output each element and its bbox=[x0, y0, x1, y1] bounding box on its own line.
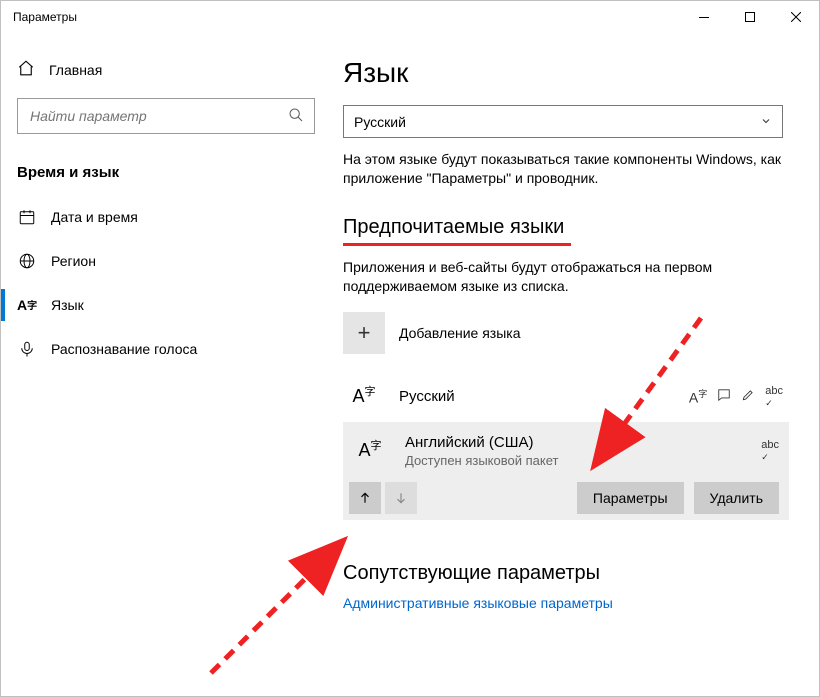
nav-home-label: Главная bbox=[49, 62, 102, 78]
add-language-label: Добавление языка bbox=[399, 325, 521, 341]
globe-icon bbox=[17, 252, 37, 270]
move-down-button[interactable] bbox=[385, 482, 417, 514]
page-title: Язык bbox=[343, 57, 789, 89]
home-icon bbox=[17, 59, 35, 80]
calendar-icon bbox=[17, 208, 37, 226]
spellcheck-icon: abc✓ bbox=[761, 439, 779, 463]
language-glyph-icon: A字 bbox=[349, 430, 391, 472]
spellcheck-icon: abc✓ bbox=[765, 385, 783, 409]
microphone-icon bbox=[17, 340, 37, 358]
nav-item-label: Язык bbox=[51, 297, 84, 313]
nav-item-label: Распознавание голоса bbox=[51, 341, 197, 357]
chevron-down-icon bbox=[760, 114, 772, 130]
search-input[interactable] bbox=[28, 107, 267, 125]
nav-item-label: Регион bbox=[51, 253, 96, 269]
language-item-english[interactable]: A字 Английский (США) Доступен языковой па… bbox=[343, 422, 789, 520]
language-subtext: Доступен языковой пакет bbox=[405, 453, 558, 468]
nav-item-label: Дата и время bbox=[51, 209, 138, 225]
language-glyph-icon: A字 bbox=[343, 376, 385, 418]
preferred-description: Приложения и веб-сайты будут отображатьс… bbox=[343, 258, 783, 296]
move-up-button[interactable] bbox=[349, 482, 381, 514]
related-heading: Сопутствующие параметры bbox=[343, 562, 789, 585]
language-icon: A字 bbox=[17, 297, 37, 313]
language-options-button[interactable]: Параметры bbox=[577, 482, 684, 514]
admin-language-settings-link[interactable]: Административные языковые параметры bbox=[343, 595, 789, 611]
nav-item-language[interactable]: A字 Язык bbox=[1, 283, 331, 327]
annotation-underline bbox=[343, 243, 571, 246]
nav-item-speech[interactable]: Распознавание голоса bbox=[1, 327, 331, 371]
sidebar-section-heading: Время и язык bbox=[1, 156, 331, 195]
search-box[interactable] bbox=[17, 98, 315, 134]
plus-icon: + bbox=[343, 312, 385, 354]
dropdown-selected-value: Русский bbox=[354, 114, 406, 130]
sidebar: Главная Время и язык Дата и время bbox=[1, 33, 331, 696]
window-close-button[interactable] bbox=[773, 1, 819, 33]
main-content: Язык Русский На этом языке будут показыв… bbox=[331, 33, 819, 696]
window-maximize-button[interactable] bbox=[727, 1, 773, 33]
window-title: Параметры bbox=[13, 10, 77, 24]
handwriting-icon bbox=[741, 388, 755, 405]
add-language-button[interactable]: + Добавление языка bbox=[343, 312, 789, 354]
language-name: Английский (США) bbox=[405, 434, 558, 451]
text-to-speech-icon: A字 bbox=[689, 387, 707, 406]
nav-home[interactable]: Главная bbox=[1, 51, 331, 88]
language-name: Русский bbox=[399, 388, 455, 405]
display-language-description: На этом языке будут показываться такие к… bbox=[343, 150, 783, 188]
window-titlebar: Параметры bbox=[1, 1, 819, 33]
window-minimize-button[interactable] bbox=[681, 1, 727, 33]
search-icon bbox=[288, 107, 304, 126]
nav-item-date-time[interactable]: Дата и время bbox=[1, 195, 331, 239]
nav-item-region[interactable]: Регион bbox=[1, 239, 331, 283]
preferred-heading: Предпочитаемые языки bbox=[343, 216, 789, 239]
language-remove-button[interactable]: Удалить bbox=[694, 482, 779, 514]
language-item-russian[interactable]: A字 Русский A字 abc✓ bbox=[343, 372, 789, 422]
language-feature-icons: A字 abc✓ bbox=[689, 385, 783, 409]
display-language-dropdown[interactable]: Русский bbox=[343, 105, 783, 138]
speech-icon bbox=[717, 388, 731, 405]
